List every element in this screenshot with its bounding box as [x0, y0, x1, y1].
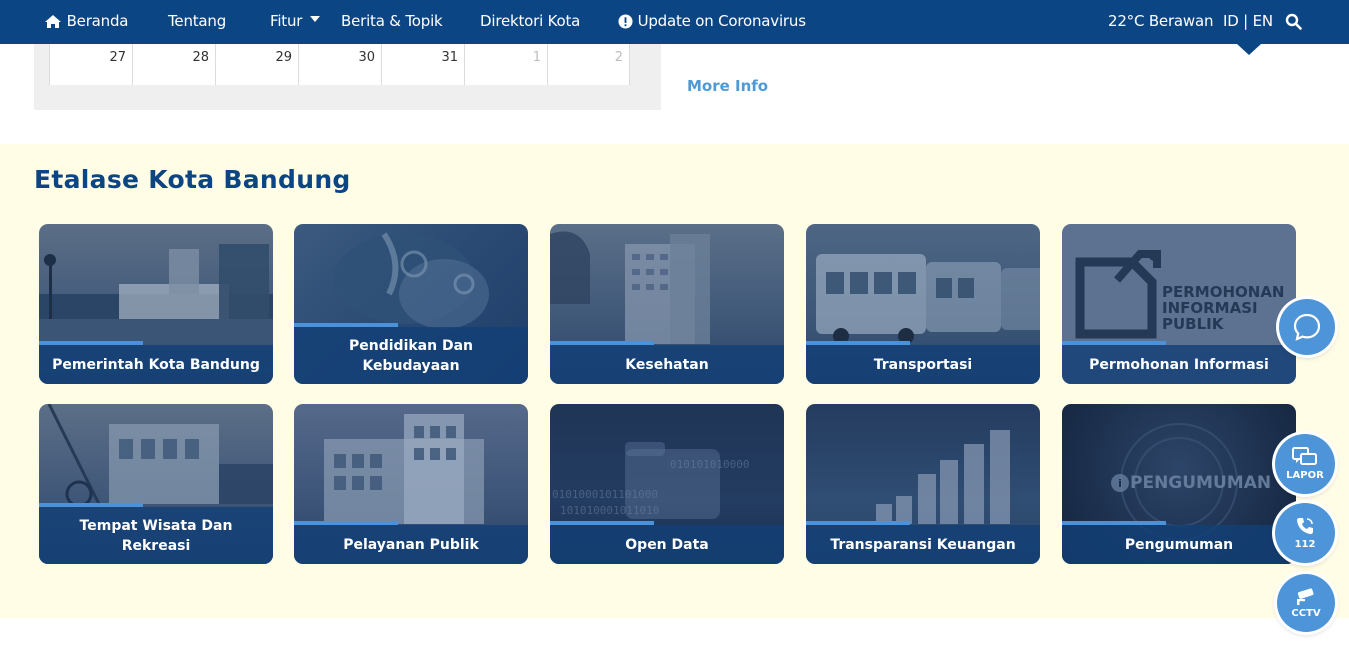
more-info-link[interactable]: More Info	[687, 77, 768, 95]
chat-button[interactable]	[1279, 299, 1335, 355]
nav-dropdown-pointer	[1237, 44, 1261, 55]
lapor-label: LAPOR	[1286, 470, 1324, 481]
tile-transportasi[interactable]: Transportasi	[806, 224, 1040, 384]
chat-bubble-icon	[1293, 313, 1321, 341]
calendar-day[interactable]: 27	[49, 44, 132, 85]
tile-label: Pendidikan Dan Kebudayaan	[349, 337, 473, 374]
nav-update-label: Update on Coronavirus	[637, 12, 806, 30]
tile-pengumuman[interactable]: i PENGUMUMAN Pengumuman	[1062, 404, 1296, 564]
svg-text:101010001011010: 101010001011010	[560, 504, 659, 517]
nav-tentang[interactable]: Tentang	[168, 0, 226, 42]
tile-caption: Transportasi	[806, 345, 1040, 384]
tile-label: Pemerintah Kota Bandung	[52, 356, 260, 373]
weather-text: 22°C Berawan	[1108, 12, 1214, 30]
tile-label: Transportasi	[873, 356, 973, 373]
nav-berita-topik[interactable]: Berita & Topik	[341, 0, 443, 42]
svg-text:010101010000: 010101010000	[670, 458, 749, 471]
call-112-label: 112	[1294, 539, 1316, 550]
tile-label: Pelayanan Publik	[343, 536, 479, 553]
calendar-panel: 27 28 29 30 31 1 2	[34, 40, 661, 110]
cctv-label: CCTV	[1291, 608, 1321, 619]
nav-beranda[interactable]: Beranda	[44, 0, 128, 42]
tile-pemerintah-kota[interactable]: Pemerintah Kota Bandung	[39, 224, 273, 384]
call-112-button[interactable]: 112	[1275, 503, 1335, 563]
calendar-week-row: 27 28 29 30 31 1 2	[49, 44, 631, 85]
tile-pendidikan-kebudayaan[interactable]: Pendidikan Dan Kebudayaan	[294, 224, 528, 384]
nav-direktori-label: Direktori Kota	[480, 12, 581, 30]
nav-berita-label: Berita & Topik	[341, 12, 443, 30]
tile-caption: Pengumuman	[1062, 525, 1296, 564]
etalase-section: Etalase Kota Bandung Pemerintah Kota Ban…	[0, 144, 1349, 618]
tile-caption: Pemerintah Kota Bandung	[39, 345, 273, 384]
tile-caption: Pelayanan Publik	[294, 525, 528, 564]
calendar-day-next-month[interactable]: 1	[464, 44, 547, 85]
calendar-day-next-month[interactable]: 2	[547, 44, 630, 85]
nav-beranda-label: Beranda	[66, 12, 129, 30]
cctv-button[interactable]: CCTV	[1277, 574, 1335, 632]
tile-open-data[interactable]: 0101000101101000 010101010000 1010100010…	[550, 404, 784, 564]
search-icon	[1285, 13, 1302, 30]
calendar-day[interactable]: 30	[298, 44, 381, 85]
phone-icon	[1297, 518, 1313, 534]
weather-info: 22°C Berawan	[1108, 0, 1213, 42]
nav-fitur-label: Fitur	[270, 12, 303, 30]
tile-label: Tempat Wisata Dan Rekreasi	[79, 517, 233, 554]
tile-caption: Permohonan Informasi	[1062, 345, 1296, 384]
lapor-button[interactable]: LAPOR	[1275, 434, 1335, 494]
tile-caption: Open Data	[550, 525, 784, 564]
calendar-day[interactable]: 31	[381, 44, 464, 85]
nav-tentang-label: Tentang	[168, 12, 227, 30]
alert-icon	[618, 14, 633, 29]
tile-caption: Pendidikan Dan Kebudayaan	[294, 327, 528, 384]
pengumuman-art-text: PENGUMUMAN	[1130, 473, 1272, 493]
report-chat-icon	[1292, 447, 1317, 465]
language-label: ID | EN	[1223, 12, 1273, 30]
section-title: Etalase Kota Bandung	[34, 165, 351, 194]
search-button[interactable]	[1285, 0, 1302, 42]
language-switch[interactable]: ID | EN	[1223, 0, 1273, 42]
cctv-camera-icon	[1297, 588, 1314, 605]
caret-down-icon	[310, 15, 321, 22]
calendar-day[interactable]: 28	[132, 44, 215, 85]
nav-update-coronavirus[interactable]: Update on Coronavirus	[618, 0, 806, 42]
calendar-day[interactable]: 29	[215, 44, 298, 85]
tile-kesehatan[interactable]: Kesehatan	[550, 224, 784, 384]
top-navbar: Beranda Tentang Fitur Berita & Topik Dir…	[0, 0, 1349, 44]
tile-pelayanan-publik[interactable]: Pelayanan Publik	[294, 404, 528, 564]
tile-label: Pengumuman	[1124, 536, 1234, 553]
tile-permohonan-informasi[interactable]: PERMOHONAN INFORMASI PUBLIK Permohonan I…	[1062, 224, 1296, 384]
tile-label: Open Data	[625, 536, 709, 553]
tile-label: Permohonan Informasi	[1089, 356, 1269, 373]
home-icon	[45, 15, 61, 28]
tile-transparansi-keuangan[interactable]: Transparansi Keuangan	[806, 404, 1040, 564]
nav-fitur[interactable]: Fitur	[270, 0, 321, 42]
tile-tempat-wisata[interactable]: Tempat Wisata Dan Rekreasi	[39, 404, 273, 564]
svg-text:0101000101101000: 0101000101101000	[552, 488, 658, 501]
tile-label: Transparansi Keuangan	[830, 536, 1016, 553]
tile-label: Kesehatan	[625, 356, 709, 373]
svg-text:i: i	[1118, 477, 1122, 490]
tile-caption: Kesehatan	[550, 345, 784, 384]
tile-caption: Tempat Wisata Dan Rekreasi	[39, 507, 273, 564]
permohonan-art-text: PERMOHONAN INFORMASI PUBLIK	[1162, 283, 1285, 333]
tile-caption: Transparansi Keuangan	[806, 525, 1040, 564]
nav-direktori-kota[interactable]: Direktori Kota	[480, 0, 580, 42]
